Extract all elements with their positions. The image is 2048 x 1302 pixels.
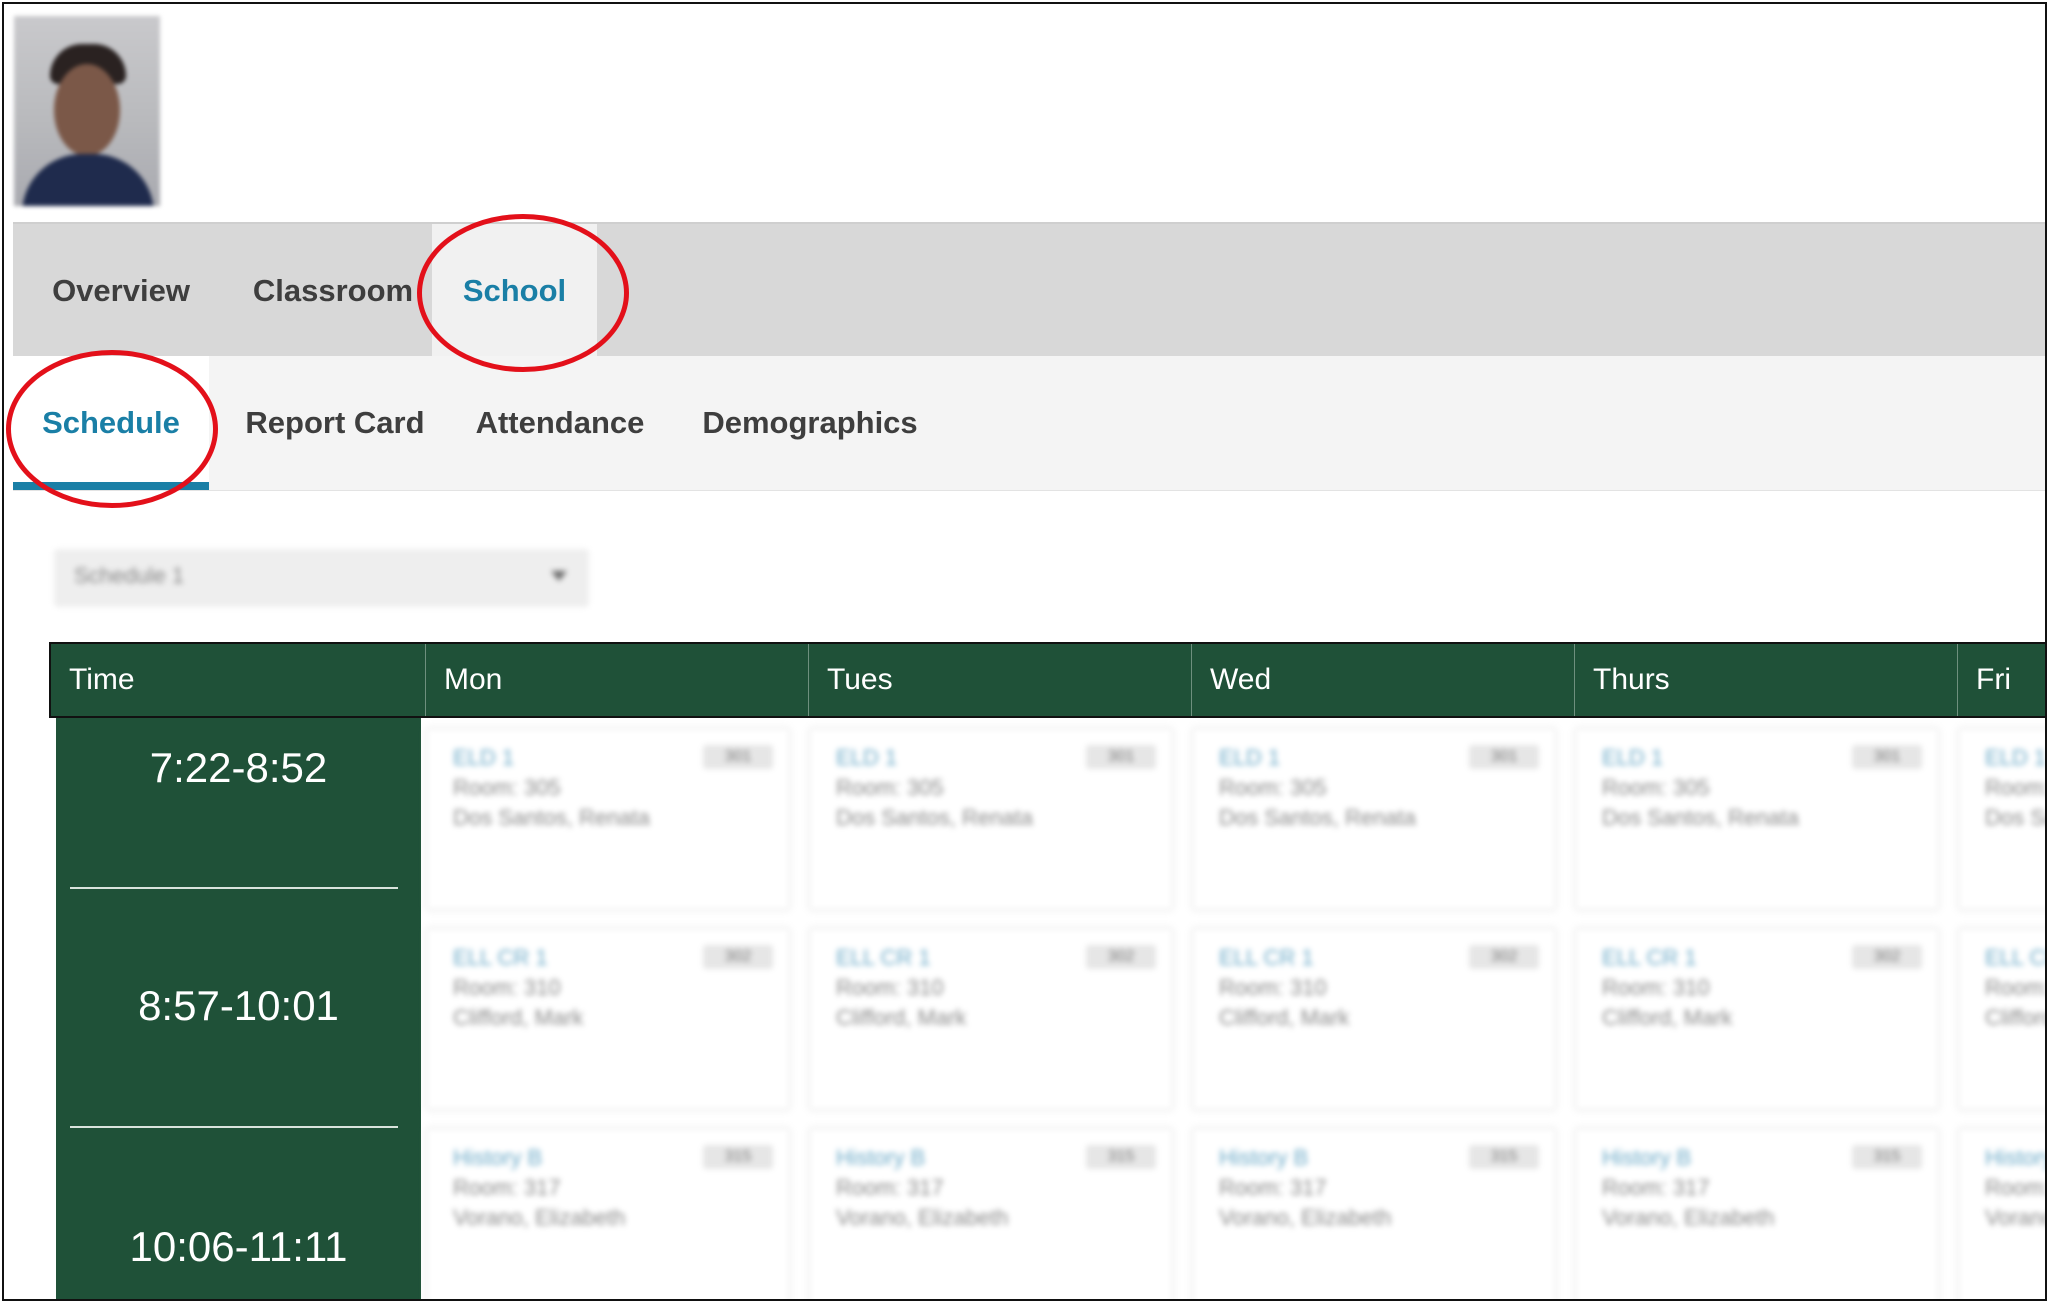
class-room: Room: 317 (836, 1175, 944, 1200)
class-teacher: Vorano, Elizabeth (1219, 1205, 1392, 1230)
class-teacher: Dos Santos, Renata (453, 805, 650, 830)
column-header-wed: Wed (1192, 644, 1575, 716)
class-badge: 302 (1469, 945, 1539, 969)
class-room: Room: 317 (1602, 1175, 1710, 1200)
class-teacher: Clifford, Mark (1602, 1005, 1733, 1030)
tab-overview[interactable]: Overview (21, 224, 221, 358)
class-badge: 301 (1086, 745, 1156, 769)
class-room: Room: 317 (1985, 1175, 2047, 1200)
column-header-mon: Mon (426, 644, 809, 716)
class-title-link[interactable]: ELD 1 (836, 745, 897, 771)
class-card[interactable]: History B Room: 317 Vorano, Elizabeth 315 (809, 1128, 1173, 1299)
class-room: Room: 305 (453, 775, 561, 800)
class-badge: 301 (1852, 745, 1922, 769)
time-slot: 10:06-11:11 (129, 1223, 348, 1270)
class-teacher: Vorano, Elizabeth (1602, 1205, 1775, 1230)
class-title-link[interactable]: History B (836, 1145, 925, 1171)
class-title-link[interactable]: History B (1219, 1145, 1308, 1171)
class-room: Room: 310 (1219, 975, 1327, 1000)
class-card[interactable]: ELD 1Room: 305Dos Santos, Renata301 (1958, 728, 2047, 910)
class-card[interactable]: History BRoom: 317Vorano, Elizabeth315 (1958, 1128, 2047, 1299)
class-title-link[interactable]: ELD 1 (1219, 745, 1280, 771)
class-teacher: Dos Santos, Renata (1985, 805, 2045, 830)
class-title-link[interactable]: ELL CR 1 (1985, 945, 2045, 971)
tab-schedule[interactable]: Schedule (13, 356, 209, 490)
tab-attendance[interactable]: Attendance (465, 356, 655, 490)
top-tab-bar: Overview Classroom School (13, 222, 2045, 358)
class-title-link[interactable]: ELL CR 1 (453, 945, 548, 971)
class-teacher: Dos Santos, Renata (836, 805, 1033, 830)
sub-tab-bar: Schedule Report Card Attendance Demograp… (13, 356, 2045, 491)
class-card[interactable]: ELD 1 Room: 305 Dos Santos, Renata 301 (426, 728, 790, 910)
class-badge: 315 (1086, 1145, 1156, 1169)
class-card[interactable]: History B Room: 317 Vorano, Elizabeth 315 (426, 1128, 790, 1299)
tab-report-card[interactable]: Report Card (235, 356, 435, 490)
schedule-header-row: Time Mon Tues Wed Thurs Fri (49, 642, 2045, 718)
class-room: Room: 310 (1985, 975, 2047, 1000)
class-teacher: Vorano, Elizabeth (1985, 1205, 2045, 1230)
screenshot-frame: Overview Classroom School Schedule Repor… (2, 2, 2047, 1301)
class-room: Room: 310 (836, 975, 944, 1000)
class-card[interactable]: ELL CR 1Room: 310Clifford, Mark302 (1958, 928, 2047, 1110)
class-badge: 315 (703, 1145, 773, 1169)
student-avatar (14, 16, 160, 206)
class-card[interactable]: ELL CR 1 Room: 310 Clifford, Mark 302 (426, 928, 790, 1110)
time-slot: 8:57-10:01 (138, 982, 339, 1029)
class-badge: 302 (1086, 945, 1156, 969)
tab-classroom[interactable]: Classroom (228, 224, 438, 358)
class-badge: 301 (703, 745, 773, 769)
class-card[interactable]: ELD 1 Room: 305 Dos Santos, Renata 301 (1575, 728, 1939, 910)
class-room: Room: 305 (1985, 775, 2047, 800)
class-title-link[interactable]: ELL CR 1 (1602, 945, 1697, 971)
class-title-link[interactable]: ELL CR 1 (1219, 945, 1314, 971)
tab-demographics[interactable]: Demographics (695, 356, 925, 490)
class-title-link[interactable]: ELD 1 (453, 745, 514, 771)
class-teacher: Clifford, Mark (1985, 1005, 2045, 1030)
column-header-fri: Fri (1976, 663, 2011, 696)
column-header-time: Time (51, 644, 426, 716)
schedule-select-value: Schedule 1 (74, 563, 185, 588)
time-slot: 7:22-8:52 (149, 744, 328, 791)
class-title-link[interactable]: ELD 1 (1602, 745, 1663, 771)
class-room: Room: 305 (1602, 775, 1710, 800)
class-card[interactable]: ELL CR 1 Room: 310 Clifford, Mark 302 (1575, 928, 1939, 1110)
column-header-tues: Tues (809, 644, 1192, 716)
schedule-select[interactable]: Schedule 1 (54, 549, 589, 607)
class-badge: 302 (1852, 945, 1922, 969)
class-teacher: Vorano, Elizabeth (453, 1205, 626, 1230)
class-title-link[interactable]: History B (1985, 1145, 2045, 1171)
class-room: Room: 305 (836, 775, 944, 800)
class-badge: 302 (703, 945, 773, 969)
class-title-link[interactable]: History B (1602, 1145, 1691, 1171)
class-teacher: Clifford, Mark (836, 1005, 967, 1030)
class-badge: 301 (1469, 745, 1539, 769)
class-room: Room: 310 (453, 975, 561, 1000)
class-card[interactable]: ELD 1 Room: 305 Dos Santos, Renata 301 (809, 728, 1173, 910)
class-card[interactable]: History B Room: 317 Vorano, Elizabeth 315 (1192, 1128, 1556, 1299)
class-badge: 315 (1469, 1145, 1539, 1169)
class-room: Room: 310 (1602, 975, 1710, 1000)
class-title-link[interactable]: ELD 1 (1985, 745, 2045, 771)
class-card[interactable]: ELL CR 1 Room: 310 Clifford, Mark 302 (1192, 928, 1556, 1110)
class-room: Room: 305 (1219, 775, 1327, 800)
class-room: Room: 317 (453, 1175, 561, 1200)
time-divider (70, 887, 398, 889)
class-teacher: Dos Santos, Renata (1602, 805, 1799, 830)
class-badge: 315 (1852, 1145, 1922, 1169)
class-teacher: Clifford, Mark (453, 1005, 584, 1030)
time-column: 7:22-8:52 8:57-10:01 10:06-11:11 (56, 718, 421, 1299)
chevron-down-icon (551, 571, 567, 581)
class-card[interactable]: History B Room: 317 Vorano, Elizabeth 315 (1575, 1128, 1939, 1299)
tab-school[interactable]: School (432, 224, 597, 358)
class-room: Room: 317 (1219, 1175, 1327, 1200)
class-teacher: Clifford, Mark (1219, 1005, 1350, 1030)
class-teacher: Dos Santos, Renata (1219, 805, 1416, 830)
class-teacher: Vorano, Elizabeth (836, 1205, 1009, 1230)
class-card[interactable]: ELL CR 1 Room: 310 Clifford, Mark 302 (809, 928, 1173, 1110)
class-card[interactable]: ELD 1 Room: 305 Dos Santos, Renata 301 (1192, 728, 1556, 910)
time-divider (70, 1126, 398, 1128)
class-title-link[interactable]: History B (453, 1145, 542, 1171)
column-header-thurs: Thurs (1575, 644, 1958, 716)
class-title-link[interactable]: ELL CR 1 (836, 945, 931, 971)
